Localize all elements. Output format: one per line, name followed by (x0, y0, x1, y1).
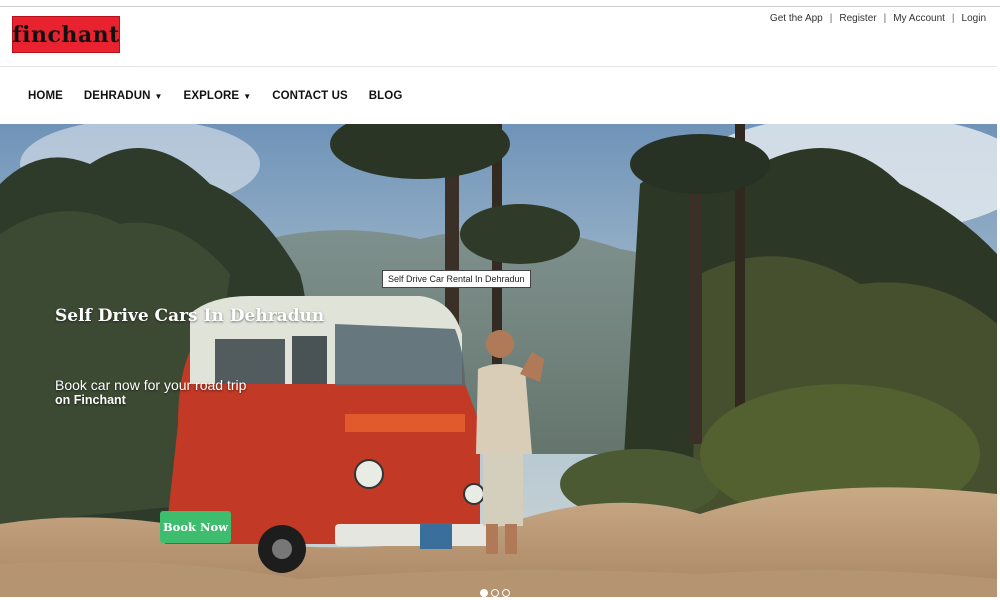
main-navbar: HOME DEHRADUN ▼ EXPLORE ▼ CONTACT US BLO… (0, 66, 998, 124)
my-account-link[interactable]: My Account (893, 13, 945, 24)
slider-dots (480, 589, 510, 597)
top-links: Get the App | Register | My Account | Lo… (770, 13, 986, 24)
hero-slider: Self Drive Car Rental In Dehradun Self D… (0, 124, 997, 597)
separator: | (883, 13, 887, 24)
image-tooltip: Self Drive Car Rental In Dehradun (382, 270, 531, 288)
site-header: finchant Get the App | Register | My Acc… (0, 7, 1000, 66)
brand-logo[interactable]: finchant (12, 16, 120, 53)
nav-blog-label: BLOG (368, 90, 403, 102)
hero-subtitle-line2: on Finchant (55, 393, 126, 407)
nav-contact-us[interactable]: CONTACT US (272, 90, 348, 102)
separator: | (951, 13, 955, 24)
separator: | (829, 13, 833, 24)
nav-explore-dropdown[interactable]: EXPLORE ▼ (184, 90, 252, 102)
register-link[interactable]: Register (839, 13, 876, 24)
nav-contact-label: CONTACT US (272, 90, 348, 102)
nav-home-label: HOME (28, 90, 63, 102)
hero-title: Self Drive Cars In Dehradun (55, 306, 325, 326)
nav-blog[interactable]: BLOG (369, 90, 403, 102)
book-now-button[interactable]: Book Now (160, 511, 231, 543)
brand-logo-text: finchant (12, 21, 120, 48)
login-link[interactable]: Login (962, 13, 986, 24)
slider-dot-3[interactable] (502, 589, 510, 597)
caret-down-icon: ▼ (243, 91, 252, 101)
nav-explore-label: EXPLORE (183, 90, 240, 102)
nav-city-label: DEHRADUN (83, 90, 151, 102)
get-the-app-link[interactable]: Get the App (770, 13, 823, 24)
slider-dot-1[interactable] (480, 589, 488, 597)
caret-down-icon: ▼ (154, 91, 163, 101)
slider-dot-2[interactable] (491, 589, 499, 597)
hero-subtitle: Book car now for your road trip (55, 377, 247, 393)
nav-city-dropdown[interactable]: DEHRADUN ▼ (84, 90, 163, 102)
main-nav: HOME DEHRADUN ▼ EXPLORE ▼ CONTACT US BLO… (28, 67, 402, 125)
nav-home[interactable]: HOME (28, 90, 63, 102)
hero-image (0, 124, 997, 597)
